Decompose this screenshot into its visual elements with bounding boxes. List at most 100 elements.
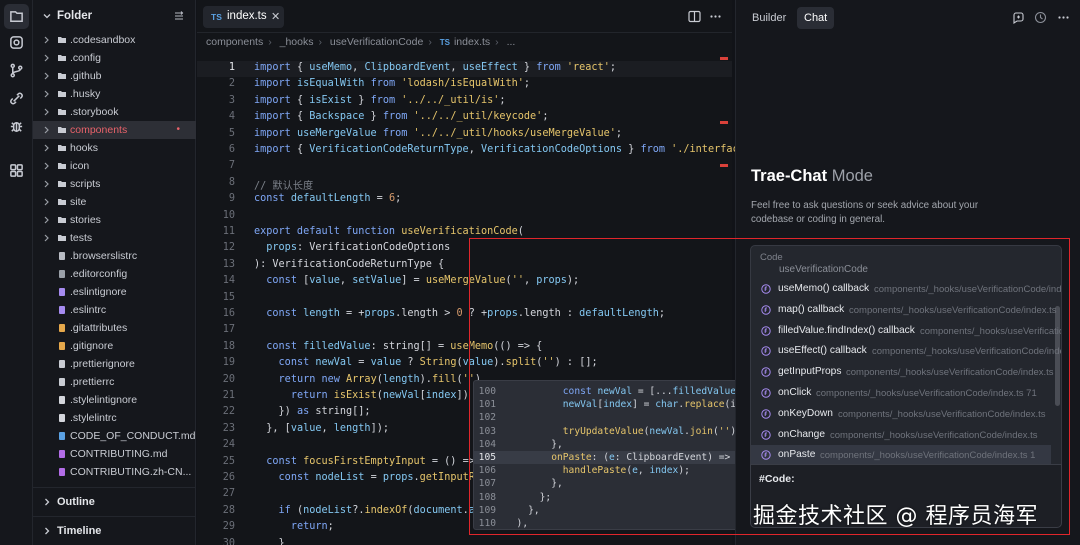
line-number: 12 xyxy=(222,242,235,254)
source-control-icon[interactable] xyxy=(4,58,29,83)
folder-item[interactable]: .github xyxy=(33,67,196,85)
tree-item-label: .eslintignore xyxy=(70,286,127,298)
breadcrumb-item[interactable]: index.ts xyxy=(454,36,490,48)
code-text: return isExist(newVal[index]) ? xyxy=(290,390,482,401)
file-item[interactable]: .gitignore xyxy=(33,337,196,355)
code-line[interactable]: 2 import isEqualWith from 'lodash/isEqual… xyxy=(197,77,732,93)
folder-item[interactable]: .config xyxy=(33,49,196,67)
code-line[interactable]: 6 import { VerificationCodeReturnType, Ve… xyxy=(197,143,751,159)
code-line[interactable]: 9 const defaultLength = 6; xyxy=(197,192,732,208)
file-item[interactable]: .eslintrc xyxy=(33,301,196,319)
extensions-icon[interactable] xyxy=(4,86,29,111)
folder-item[interactable]: .storybook xyxy=(33,103,196,121)
line-number: 108 xyxy=(478,491,496,503)
peek-definition-widget[interactable]: 100 const newVal = [...filledValue];101 … xyxy=(473,380,741,530)
folder-item[interactable]: .codesandbox xyxy=(33,31,196,49)
breadcrumb-item[interactable]: useVerificationCode xyxy=(330,36,423,48)
file-item[interactable]: .eslintignore xyxy=(33,283,196,301)
code-reference-item[interactable]: filledValue.findIndex() callback componen… xyxy=(751,321,1061,342)
tab-builder[interactable]: Builder xyxy=(745,7,793,29)
peek-line[interactable]: 110 ), xyxy=(474,517,740,529)
code-line[interactable]: 15 xyxy=(197,291,732,307)
split-editor-icon[interactable] xyxy=(688,10,701,23)
function-icon xyxy=(761,409,771,419)
debug-icon[interactable] xyxy=(4,114,29,139)
more-icon[interactable] xyxy=(709,10,722,23)
code-reference-item[interactable]: onClick components/_hooks/useVerification… xyxy=(751,383,1051,404)
file-item[interactable]: .prettierrc xyxy=(33,373,196,391)
collapse-all-icon[interactable] xyxy=(173,10,185,22)
file-item[interactable]: .stylelintignore xyxy=(33,391,196,409)
folder-item[interactable]: hooks xyxy=(33,139,196,157)
file-item[interactable]: CONTRIBUTING.md xyxy=(33,445,196,463)
tab-chat[interactable]: Chat xyxy=(797,7,835,29)
peek-line[interactable]: 101 newVal[index] = char.replace(inde xyxy=(474,398,740,411)
code-line[interactable]: 4 import { Backspace } from '../../_util/… xyxy=(197,110,732,126)
new-chat-icon[interactable] xyxy=(1012,11,1025,24)
file-item[interactable]: CODE_OF_CONDUCT.md xyxy=(33,427,196,445)
code-reference-item[interactable]: map() callback components/_hooks/useVerif… xyxy=(751,300,1057,321)
code-reference-item[interactable]: useMemo() callback components/_hooks/useV… xyxy=(751,279,1061,300)
peek-line[interactable]: 107 }, xyxy=(474,477,740,490)
code-line[interactable]: 17 xyxy=(197,323,732,339)
code-line[interactable]: 10 xyxy=(197,209,732,225)
files-icon[interactable] xyxy=(4,4,29,29)
chevron-right-icon xyxy=(44,72,49,80)
code-reference-item[interactable]: getInputProps components/_hooks/useVerifi… xyxy=(751,362,1054,383)
search-icon[interactable] xyxy=(4,30,29,55)
tab-index-ts[interactable]: TS index.ts ✕ xyxy=(203,6,284,28)
folder-item[interactable]: components • xyxy=(33,121,196,139)
peek-line[interactable]: 106 handlePaste(e, index); xyxy=(474,464,740,477)
file-item[interactable]: .gitattributes xyxy=(33,319,196,337)
code-line[interactable]: 13): VerificationCodeReturnType { xyxy=(197,258,732,274)
peek-line[interactable]: 104 }, xyxy=(474,438,740,451)
code-line[interactable]: 16 const length = +props.length > 0 ? +p… xyxy=(197,307,732,323)
folder-item[interactable]: stories xyxy=(33,211,196,229)
close-icon[interactable]: ✕ xyxy=(271,10,280,23)
code-line[interactable]: 1 import { useMemo, ClipboardEvent, useEf… xyxy=(197,61,732,78)
breadcrumb-item[interactable]: ... xyxy=(507,36,516,48)
code-line[interactable]: 7 xyxy=(197,159,732,175)
file-item[interactable]: .stylelintrc xyxy=(33,409,196,427)
peek-line[interactable]: 105 onPaste: (e: ClipboardEvent) => { xyxy=(474,451,740,465)
chevron-right-icon xyxy=(44,144,49,152)
file-item[interactable]: .prettierignore xyxy=(33,355,196,373)
folder-item[interactable]: site xyxy=(33,193,196,211)
peek-line[interactable]: 100 const newVal = [...filledValue]; xyxy=(474,385,740,398)
breadcrumb-item[interactable]: _hooks xyxy=(280,36,314,48)
folder-item[interactable]: tests xyxy=(33,229,196,247)
code-line[interactable]: 14 const [value, setValue] = useMergeVal… xyxy=(197,274,732,290)
code-line[interactable]: 12 props: VerificationCodeOptions xyxy=(197,241,732,257)
peek-line[interactable]: 103 tryUpdateValue(newVal.join('')); xyxy=(474,425,740,438)
file-item[interactable]: .browserslistrc xyxy=(33,247,196,265)
peek-line[interactable]: 109 }, xyxy=(474,504,740,517)
code-line[interactable]: 18 const filledValue: string[] = useMemo… xyxy=(197,340,732,356)
code-line[interactable]: 19 const newVal = value ? String(value).… xyxy=(197,356,732,372)
code-line[interactable]: 11 export default function useVerificatio… xyxy=(197,225,732,241)
apps-icon[interactable] xyxy=(4,158,29,183)
line-number: 100 xyxy=(478,386,496,397)
timeline-section[interactable]: Timeline xyxy=(33,516,196,544)
folder-item[interactable]: .husky xyxy=(33,85,196,103)
file-item[interactable]: CONTRIBUTING.zh-CN... xyxy=(33,463,196,481)
breadcrumb-item[interactable]: components xyxy=(206,36,263,48)
folder-item[interactable]: scripts xyxy=(33,175,196,193)
chevron-down-icon[interactable] xyxy=(43,12,51,20)
code-reference-item[interactable]: useEffect() callback components/_hooks/us… xyxy=(751,341,1061,362)
line-number: 105 xyxy=(478,452,496,463)
outline-section[interactable]: Outline xyxy=(33,487,196,515)
code-reference-item[interactable]: onKeyDown components/_hooks/useVerificati… xyxy=(751,404,1051,425)
more-icon[interactable] xyxy=(1057,11,1070,24)
code-line[interactable]: 8 // 默认长度 xyxy=(197,176,732,192)
code-text: import useMergeValue from '../../_util/h… xyxy=(254,127,623,139)
code-line[interactable]: 5 import useMergeValue from '../../_util/… xyxy=(197,127,732,143)
code-line[interactable]: 30 } xyxy=(197,537,732,545)
code-line[interactable]: 3 import { isExist } from '../../_util/is… xyxy=(197,94,732,110)
code-reference-item[interactable]: onChange components/_hooks/useVerificatio… xyxy=(751,425,1051,446)
peek-line[interactable]: 102 xyxy=(474,411,740,424)
folder-item[interactable]: icon xyxy=(33,157,196,175)
peek-line[interactable]: 108 }; xyxy=(474,491,740,504)
history-icon[interactable] xyxy=(1034,11,1047,24)
tree-item-label: .prettierrc xyxy=(70,376,115,388)
file-item[interactable]: .editorconfig xyxy=(33,265,196,283)
